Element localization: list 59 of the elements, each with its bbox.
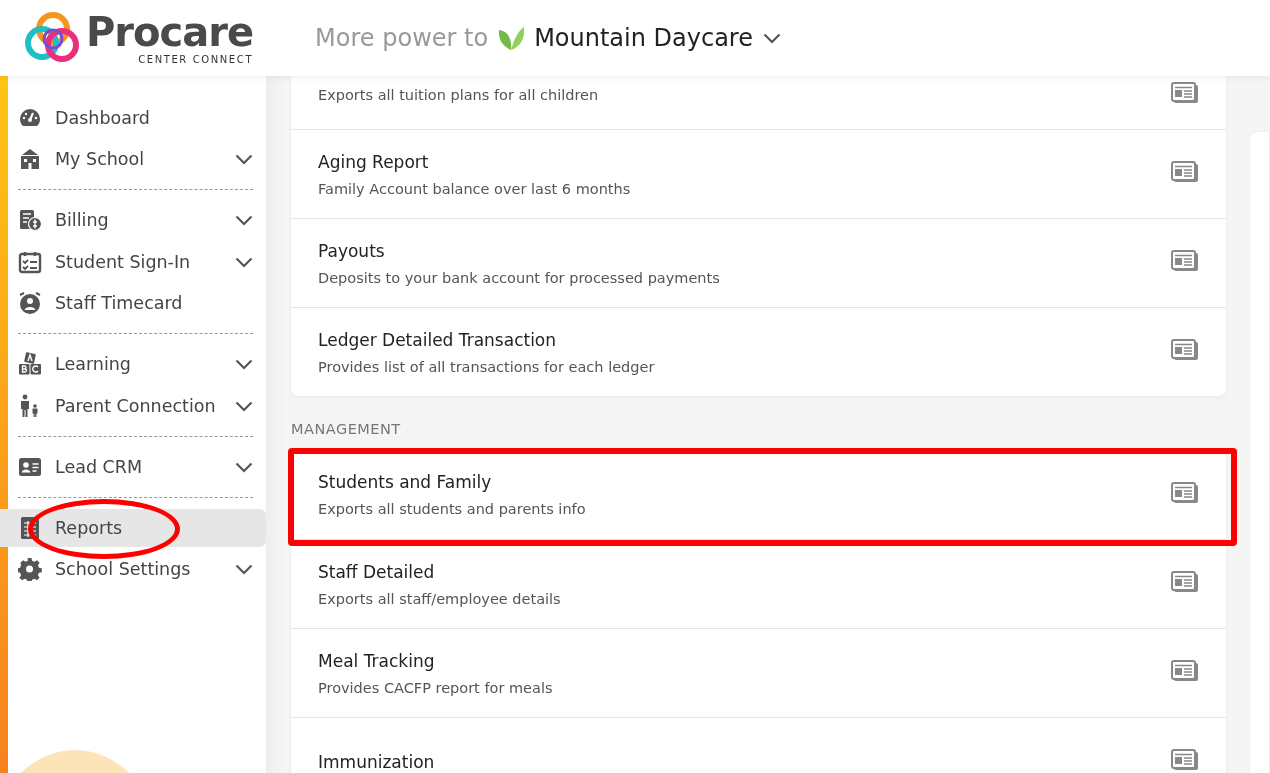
sidebar-item[interactable]: Staff Timecard xyxy=(0,284,266,322)
report-description: Exports all staff/employee details xyxy=(318,590,562,607)
report-item[interactable]: Staff Detailed Exports all staff/employee details xyxy=(291,539,1226,628)
abc-blocks-icon xyxy=(18,352,42,376)
chevron-down-icon xyxy=(235,154,253,165)
sidebar-item[interactable]: Reports xyxy=(0,508,266,547)
brand-subtitle: CENTER CONNECT xyxy=(138,53,254,65)
report-description: Provides CACFP report for meals xyxy=(318,679,554,696)
chevron-down-icon xyxy=(762,32,781,44)
sidebar-item[interactable]: Dashboard xyxy=(0,98,266,137)
sidebar-item[interactable]: Billing xyxy=(0,201,266,239)
newspaper-icon xyxy=(1171,161,1199,183)
report-description: Exports all students and parents info xyxy=(318,501,587,517)
report-title: Meal Tracking xyxy=(318,650,436,671)
report-item[interactable]: Meal Tracking Provides CACFP report for meals xyxy=(291,628,1226,717)
report-item[interactable]: Exports all tuition plans for all children xyxy=(291,76,1226,129)
school-building-icon xyxy=(18,147,42,171)
section-heading: MANAGEMENT xyxy=(291,421,402,437)
newspaper-icon xyxy=(1171,571,1199,593)
report-title: Aging Report xyxy=(318,151,430,172)
chevron-down-icon xyxy=(235,359,253,370)
sidebar-item[interactable]: Student Sign-In xyxy=(0,242,266,281)
report-title: Payouts xyxy=(318,240,386,261)
report-item[interactable]: Immunization xyxy=(291,717,1226,773)
sidebar-item[interactable]: School Settings xyxy=(0,550,266,588)
bill-dollar-icon xyxy=(18,208,42,232)
report-item[interactable]: Students and Family Exports all students and parents info xyxy=(291,450,1226,539)
report-description: Exports all tuition plans for all children xyxy=(318,87,600,103)
newspaper-icon xyxy=(1171,660,1199,682)
sidebar-item[interactable]: Lead CRM xyxy=(0,447,266,486)
calendar-checklist-icon xyxy=(18,249,42,274)
sidebar-item[interactable]: My School xyxy=(0,140,266,178)
report-description: Deposits to your bank account for processed payments xyxy=(318,269,721,286)
report-item[interactable]: Ledger Detailed Transaction Provides list of all transactions for each ledger xyxy=(291,307,1226,396)
newspaper-icon xyxy=(1171,250,1199,272)
report-title: Immunization xyxy=(318,752,436,772)
chevron-down-icon xyxy=(235,564,253,575)
report-title: Ledger Detailed Transaction xyxy=(318,329,558,350)
newspaper-icon xyxy=(1171,339,1199,361)
chevron-down-icon xyxy=(235,400,253,412)
leaf-sprout-icon xyxy=(496,25,527,51)
report-title: Students and Family xyxy=(318,472,493,492)
report-description: Family Account balance over last 6 months xyxy=(318,180,632,197)
report-item[interactable]: Aging Report Family Account balance over last 6 months xyxy=(291,129,1226,218)
report-description: Provides list of all transactions for each ledger xyxy=(318,358,656,375)
chevron-down-icon xyxy=(235,256,253,268)
chevron-down-icon xyxy=(235,215,253,226)
newspaper-icon xyxy=(1171,481,1199,504)
alarm-clock-person-icon xyxy=(18,291,42,315)
report-item[interactable]: Payouts Deposits to your bank account for processed payments xyxy=(291,218,1226,307)
chevron-down-icon xyxy=(235,461,253,473)
tagline: More power to xyxy=(315,24,489,52)
sidebar-item[interactable]: Parent Connection xyxy=(0,386,266,425)
report-title: Staff Detailed xyxy=(318,561,436,582)
brand-name: Procare xyxy=(86,11,254,52)
gear-icon xyxy=(18,557,42,581)
school-selector[interactable]: Mountain Daycare xyxy=(534,24,781,52)
sidebar-item[interactable]: Learning xyxy=(0,345,266,383)
newspaper-icon xyxy=(1171,82,1199,104)
